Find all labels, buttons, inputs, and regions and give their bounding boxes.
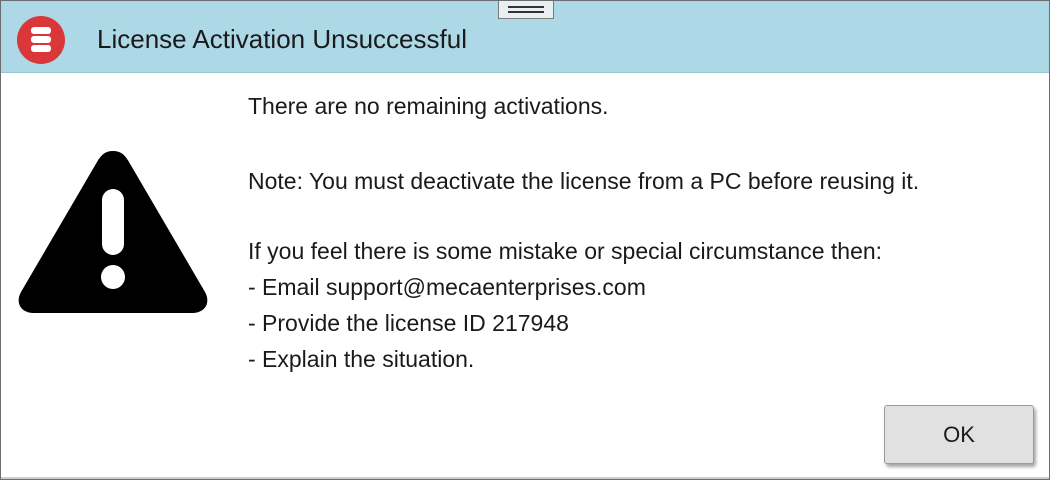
warning-icon xyxy=(18,151,208,313)
drag-handle[interactable] xyxy=(498,1,554,19)
dialog-title-bar[interactable]: License Activation Unsuccessful xyxy=(1,1,1049,73)
grip-line xyxy=(508,6,544,8)
dialog-title: License Activation Unsuccessful xyxy=(97,24,467,54)
grip-line xyxy=(508,11,544,13)
license-activation-dialog: License Activation Unsuccessful There ar… xyxy=(0,0,1050,480)
app-database-icon xyxy=(17,16,65,64)
dialog-bottom-edge xyxy=(1,477,1049,479)
message-line: If you feel there is some mistake or spe… xyxy=(248,238,883,264)
message-bullet: - Provide the license ID 217948 xyxy=(248,310,569,336)
message-bullet: - Explain the situation. xyxy=(248,346,475,372)
message-note: Note: You must deactivate the license fr… xyxy=(248,168,920,194)
message-line: There are no remaining activations. xyxy=(248,93,609,119)
ok-button[interactable]: OK xyxy=(884,405,1034,464)
message-bullet: - Email support@mecaenterprises.com xyxy=(248,274,646,300)
